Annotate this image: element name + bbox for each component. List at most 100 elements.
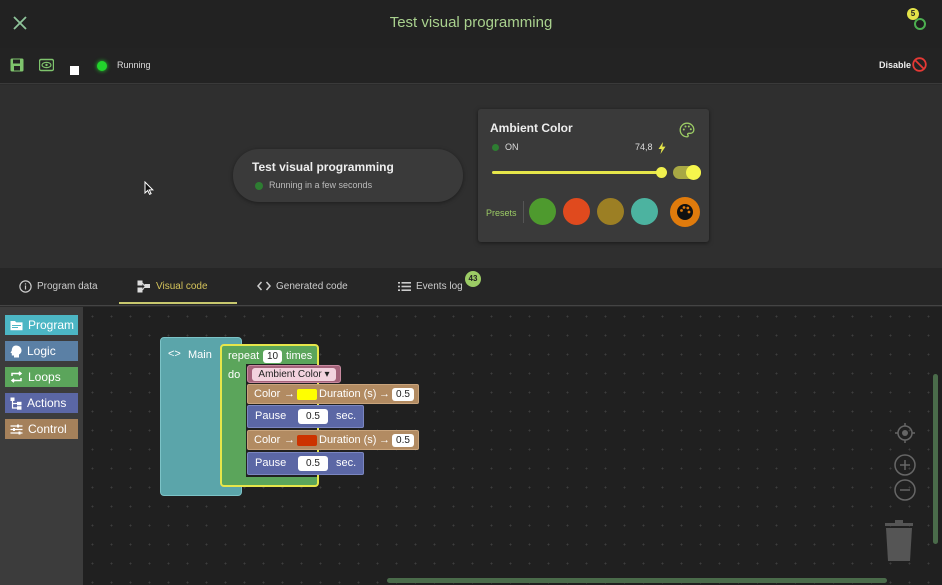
save-icon[interactable] — [10, 58, 26, 74]
program-node-subtitle: Running in a few seconds — [269, 180, 373, 190]
arrow-icon: → — [379, 434, 390, 446]
active-tab-indicator — [119, 302, 237, 304]
preset-swatch-teal[interactable] — [631, 198, 658, 225]
program-node-title: Test visual programming — [252, 160, 394, 174]
notification-badge: 5 — [907, 8, 919, 20]
code-icon — [257, 281, 271, 291]
pause-field-2[interactable]: 0.5 — [298, 456, 328, 471]
do-label: do — [228, 369, 241, 381]
device-state-dot — [492, 144, 499, 151]
mouse-pointer-icon — [144, 180, 154, 200]
tab-generated-code-label: Generated code — [276, 280, 348, 292]
app-window: Test visual programming 5 Running Disabl… — [0, 0, 942, 585]
tab-events-log[interactable]: Events log — [398, 268, 463, 304]
device-state: ON — [505, 142, 519, 152]
preset-swatch-green[interactable] — [529, 198, 556, 225]
color-label: Color — [254, 434, 281, 446]
vertical-scrollbar[interactable] — [933, 374, 938, 544]
device-power-value: 74,8 — [635, 142, 653, 152]
info-icon — [19, 279, 32, 293]
color-swatch-yellow[interactable] — [297, 389, 317, 400]
category-program[interactable]: Program — [5, 315, 78, 335]
events-count-badge: 43 — [465, 271, 481, 287]
duration-label: Duration (s) — [319, 388, 377, 400]
lightning-icon — [658, 141, 666, 154]
program-status-dot — [255, 182, 263, 190]
recenter-icon[interactable] — [894, 422, 916, 449]
tab-events-log-label: Events log — [416, 280, 463, 292]
running-status-dot — [97, 61, 107, 71]
brightness-slider[interactable] — [492, 171, 662, 174]
power-toggle-knob — [686, 165, 701, 180]
duration-field-2[interactable]: 0.5 — [392, 434, 414, 447]
device-select-block[interactable]: Ambient Color ▾ — [247, 365, 341, 383]
pause-field-1[interactable]: 0.5 — [298, 409, 328, 424]
arrow-icon: → — [379, 388, 390, 400]
title-bar: Test visual programming 5 — [0, 0, 942, 48]
hierarchy-icon — [10, 397, 22, 410]
tab-visual-code-label: Visual code — [156, 280, 208, 292]
stop-icon[interactable] — [70, 62, 86, 78]
preview-eye-icon[interactable] — [38, 58, 55, 74]
arrow-icon: → — [284, 434, 295, 446]
program-node[interactable]: Test visual programming Running in a few… — [233, 149, 463, 202]
trash-icon[interactable] — [883, 520, 915, 567]
pause-label: Pause — [255, 457, 287, 469]
tab-visual-code[interactable]: Visual code — [137, 268, 208, 304]
blockly-workspace[interactable]: <> Main repeat 10 times do Ambient Color… — [83, 307, 942, 585]
page-title: Test visual programming — [389, 14, 553, 31]
toolbar: Running Disable — [0, 48, 942, 84]
device-dropdown[interactable]: Ambient Color ▾ — [252, 368, 336, 381]
main-block-label: Main — [188, 349, 212, 361]
notifications-button[interactable]: 5 — [904, 8, 932, 36]
code-icon: <> — [168, 348, 181, 360]
preset-swatch-olive[interactable] — [597, 198, 624, 225]
device-node-ambient-color[interactable]: Ambient Color ON 74,8 Presets — [478, 109, 709, 242]
arrow-icon: → — [284, 388, 295, 400]
horizontal-scrollbar[interactable] — [387, 578, 887, 583]
pause-label: Pause — [255, 410, 287, 422]
category-actions[interactable]: Actions — [5, 393, 78, 413]
zoom-out-icon[interactable] — [894, 479, 916, 506]
disable-icon[interactable] — [912, 57, 927, 72]
pause-block-2[interactable]: Pause 0.5 sec. — [247, 452, 364, 475]
brain-icon — [10, 345, 22, 357]
block-toolbox: Program Logic Loops Actions Control — [0, 307, 83, 585]
presets-label: Presets — [486, 208, 517, 218]
power-toggle[interactable] — [673, 165, 701, 180]
duration-field-1[interactable]: 0.5 — [392, 388, 414, 401]
sec-label: sec. — [336, 410, 357, 422]
color-label: Color — [254, 388, 281, 400]
zoom-in-icon[interactable] — [894, 454, 916, 481]
folder-icon — [10, 320, 23, 330]
tab-program-data[interactable]: Program data — [19, 268, 98, 304]
sec-label: sec. — [336, 457, 357, 469]
custom-color-button[interactable] — [670, 197, 700, 227]
color-swatch-red[interactable] — [297, 435, 317, 446]
flow-canvas[interactable] — [0, 85, 942, 268]
presets-divider — [523, 201, 524, 223]
tab-program-data-label: Program data — [37, 280, 98, 292]
brightness-slider-thumb[interactable] — [656, 167, 667, 178]
tab-generated-code[interactable]: Generated code — [257, 268, 348, 304]
times-label: times — [286, 350, 313, 362]
category-control[interactable]: Control — [5, 419, 78, 439]
pause-block-1[interactable]: Pause 0.5 sec. — [247, 405, 364, 428]
category-control-label: Control — [28, 422, 67, 436]
category-logic-label: Logic — [27, 344, 56, 358]
category-logic[interactable]: Logic — [5, 341, 78, 361]
category-program-label: Program — [28, 318, 75, 332]
category-actions-label: Actions — [27, 396, 67, 410]
sliders-icon — [10, 424, 23, 434]
category-loops[interactable]: Loops — [5, 367, 78, 387]
set-color-block-1[interactable]: Color → Duration (s) → 0.5 — [247, 384, 419, 404]
set-color-block-2[interactable]: Color → Duration (s) → 0.5 — [247, 430, 419, 450]
preset-swatch-red[interactable] — [563, 198, 590, 225]
repeat-times-field[interactable]: 10 — [263, 350, 282, 363]
disable-button-label[interactable]: Disable — [879, 60, 911, 70]
category-loops-label: Loops — [28, 370, 61, 384]
palette-icon[interactable] — [679, 122, 695, 138]
duration-label: Duration (s) — [319, 434, 377, 446]
repeat-icon — [10, 371, 23, 383]
list-icon — [398, 281, 411, 291]
